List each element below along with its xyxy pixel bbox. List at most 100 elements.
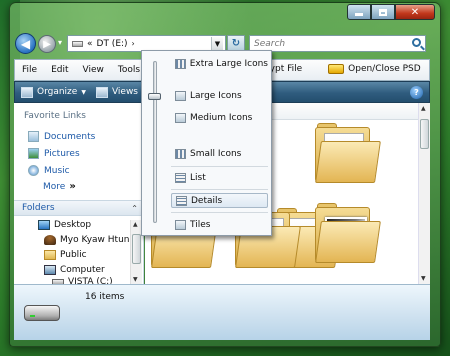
- small-icons-icon: [175, 148, 186, 159]
- navigation-pane: Favorite Links Documents Pictures Music …: [14, 103, 144, 287]
- close-icon: ✕: [410, 6, 420, 18]
- drive-icon: [72, 40, 83, 47]
- menu-divider: [171, 189, 268, 190]
- views-icon: [95, 86, 108, 98]
- favorite-documents[interactable]: Documents: [28, 131, 95, 142]
- more-links[interactable]: More»: [43, 181, 76, 192]
- menu-edit[interactable]: Edit: [44, 65, 75, 75]
- view-label: Medium Icons: [190, 112, 253, 123]
- double-chevron-icon: »: [69, 181, 76, 192]
- favorite-pictures[interactable]: Pictures: [28, 148, 80, 159]
- organize-label: Organize: [37, 87, 78, 97]
- view-list[interactable]: List: [171, 170, 268, 185]
- maximize-button[interactable]: [371, 4, 395, 20]
- view-label: Tiles: [190, 219, 211, 230]
- address-separator[interactable]: ›: [132, 39, 135, 48]
- view-label: Extra Large Icons: [189, 58, 268, 69]
- view-tiles[interactable]: Tiles: [171, 217, 268, 232]
- view-label: Small Icons: [190, 148, 242, 159]
- folder-icon: [315, 141, 381, 183]
- tree-desktop[interactable]: Desktop: [38, 220, 91, 230]
- tree-label: Desktop: [54, 220, 92, 230]
- user-avatar-icon: [44, 235, 56, 245]
- organize-icon: [21, 86, 33, 98]
- menu-divider: [171, 212, 268, 213]
- scroll-up-icon[interactable]: ▲: [133, 221, 138, 228]
- menu-view[interactable]: View: [76, 65, 111, 75]
- views-menu: Extra Large Icons Large Icons Medium Ico…: [141, 50, 272, 236]
- back-button[interactable]: ◀: [15, 33, 36, 54]
- menu-file[interactable]: File: [15, 65, 44, 75]
- search-icon[interactable]: [412, 38, 421, 47]
- list-view-icon: [175, 172, 186, 183]
- tiles-view-icon: [175, 219, 186, 230]
- maximize-icon: [379, 8, 387, 16]
- address-text[interactable]: DT (E:): [97, 39, 128, 49]
- item-count: 16 items: [85, 292, 125, 302]
- menu-right-group: crypt File Open/Close PSD: [261, 64, 421, 74]
- menu-open-close-psd[interactable]: Open/Close PSD: [348, 64, 421, 74]
- view-extra-large-icons[interactable]: Extra Large Icons: [171, 56, 268, 71]
- psd-disk-icon: [328, 64, 345, 74]
- address-dropdown-button[interactable]: ▼: [211, 37, 223, 50]
- back-arrow-icon: ◀: [20, 36, 31, 51]
- forward-button[interactable]: ▶: [38, 35, 56, 53]
- documents-icon: [28, 131, 39, 142]
- view-size-slider-thumb[interactable]: [148, 93, 161, 100]
- address-prefix: «: [87, 38, 93, 49]
- folder-icon: [315, 221, 381, 263]
- help-icon[interactable]: ?: [410, 86, 423, 99]
- favorite-music[interactable]: Music: [28, 165, 70, 176]
- refresh-icon: ↻: [231, 38, 241, 49]
- view-medium-icons[interactable]: Medium Icons: [171, 110, 268, 125]
- folder-icon: [44, 250, 56, 260]
- medium-icons-icon: [175, 112, 186, 123]
- pictures-icon: [28, 148, 39, 159]
- view-details[interactable]: Details: [171, 193, 268, 208]
- view-small-icons[interactable]: Small Icons: [171, 146, 268, 161]
- scroll-down-icon[interactable]: ▼: [421, 275, 426, 282]
- minimize-button[interactable]: [347, 4, 371, 20]
- close-button[interactable]: ✕: [395, 4, 435, 20]
- more-label: More: [43, 182, 66, 192]
- scroll-thumb[interactable]: [420, 119, 429, 149]
- view-label: List: [190, 172, 206, 183]
- forward-arrow-icon: ▶: [43, 38, 51, 50]
- caption-buttons: ✕: [347, 4, 435, 20]
- details-view-icon: [176, 195, 187, 206]
- folders-toggle[interactable]: Folders ⌃: [14, 200, 144, 216]
- minimize-icon: [355, 13, 363, 16]
- extra-large-icons-icon: [175, 58, 186, 69]
- folder-item[interactable]: [315, 123, 381, 185]
- recent-pages-dropdown[interactable]: ▾: [58, 38, 62, 47]
- view-size-slider[interactable]: [153, 61, 157, 223]
- details-pane: 16 items: [14, 284, 430, 340]
- view-label: Details: [191, 195, 223, 206]
- view-large-icons[interactable]: Large Icons: [171, 88, 268, 103]
- tree-label: Computer: [60, 265, 105, 275]
- computer-icon: [44, 265, 56, 275]
- search-box[interactable]: [249, 35, 426, 52]
- tree-computer[interactable]: Computer: [44, 265, 105, 275]
- views-button[interactable]: Views: [95, 86, 138, 98]
- tree-public[interactable]: Public: [44, 250, 87, 260]
- tree-user-folder[interactable]: Myo Kyaw Htun: [44, 235, 129, 245]
- folder-item[interactable]: [315, 203, 381, 265]
- favorite-label: Pictures: [44, 148, 80, 159]
- views-label: Views: [111, 87, 138, 97]
- organize-button[interactable]: Organize ▼: [21, 86, 86, 98]
- scroll-up-icon[interactable]: ▲: [421, 105, 426, 112]
- menu-divider: [171, 166, 268, 167]
- scroll-thumb[interactable]: [132, 234, 141, 264]
- tree-label: Myo Kyaw Htun: [60, 235, 130, 245]
- chevron-down-icon: ▼: [214, 39, 221, 48]
- favorite-links-header: Favorite Links: [24, 111, 86, 121]
- chevron-up-icon: ⌃: [131, 204, 138, 213]
- drive-icon: [24, 305, 60, 321]
- chevron-down-icon: ▼: [81, 88, 86, 96]
- search-input[interactable]: [254, 38, 404, 49]
- scroll-down-icon[interactable]: ▼: [133, 276, 138, 283]
- favorite-label: Documents: [44, 131, 96, 142]
- music-icon: [28, 165, 39, 176]
- file-list-scrollbar[interactable]: ▲ ▼: [418, 103, 430, 284]
